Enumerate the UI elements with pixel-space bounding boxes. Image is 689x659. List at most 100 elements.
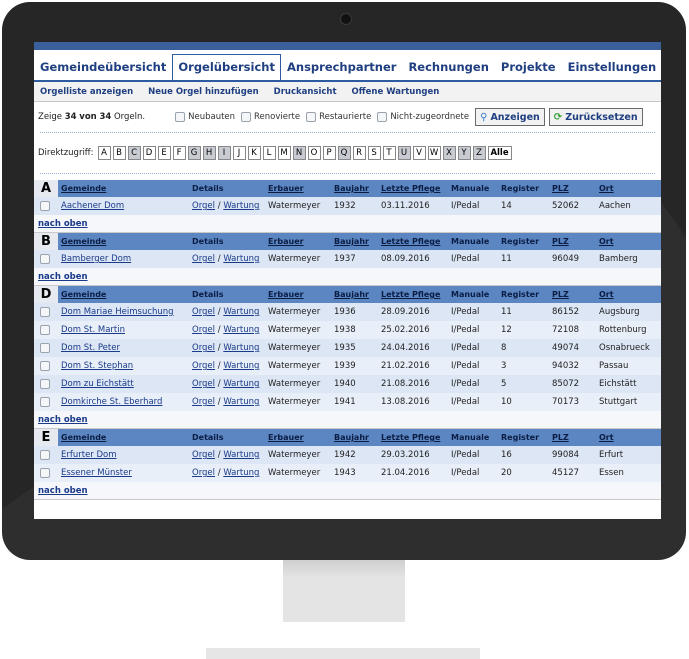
header-gemeinde[interactable]: Gemeinde [61, 237, 192, 246]
letter-d-button[interactable]: D [142, 146, 156, 160]
header-ort[interactable]: Ort [599, 237, 654, 246]
gemeinde-link[interactable]: Dom Mariae Heimsuchung [61, 307, 192, 317]
wartung-link[interactable]: Wartung [223, 325, 259, 335]
wartung-link[interactable]: Wartung [223, 379, 259, 389]
orgel-link[interactable]: Orgel [192, 201, 215, 211]
header-erbauer[interactable]: Erbauer [268, 237, 334, 246]
row-checkbox[interactable] [39, 397, 50, 407]
tab-2[interactable]: Ansprechpartner [281, 60, 402, 80]
header-pflege[interactable]: Letzte Pflege [381, 184, 451, 193]
header-pflege[interactable]: Letzte Pflege [381, 433, 451, 442]
header-gemeinde[interactable]: Gemeinde [61, 290, 192, 299]
tab-3[interactable]: Rechnungen [402, 60, 494, 80]
gemeinde-link[interactable]: Essener Münster [61, 468, 192, 478]
letter-m-button[interactable]: M [277, 146, 291, 160]
letter-p-button[interactable]: P [322, 146, 336, 160]
anzeigen-button[interactable]: ⚲ Anzeigen [475, 108, 545, 126]
gemeinde-link[interactable]: Aachener Dom [61, 201, 192, 211]
row-checkbox[interactable] [39, 325, 50, 335]
header-ort[interactable]: Ort [599, 290, 654, 299]
nach-oben-link[interactable]: nach oben [34, 268, 661, 286]
header-ort[interactable]: Ort [599, 184, 654, 193]
letter-o-button[interactable]: O [307, 146, 321, 160]
header-gemeinde[interactable]: Gemeinde [61, 433, 192, 442]
wartung-link[interactable]: Wartung [223, 397, 259, 407]
header-plz[interactable]: PLZ [552, 290, 599, 299]
filter-checkbox-2[interactable] [306, 112, 317, 122]
gemeinde-link[interactable]: Dom St. Stephan [61, 361, 192, 371]
orgel-link[interactable]: Orgel [192, 343, 215, 353]
gemeinde-link[interactable]: Erfurter Dom [61, 450, 192, 460]
letter-e-button[interactable]: E [157, 146, 171, 160]
header-baujahr[interactable]: Baujahr [334, 290, 381, 299]
subnav-item-0[interactable]: Orgelliste anzeigen [40, 87, 133, 97]
header-erbauer[interactable]: Erbauer [268, 290, 334, 299]
wartung-link[interactable]: Wartung [223, 343, 259, 353]
gemeinde-link[interactable]: Dom St. Martin [61, 325, 192, 335]
wartung-link[interactable]: Wartung [223, 450, 259, 460]
row-checkbox[interactable] [39, 307, 50, 317]
letter-c-button[interactable]: C [127, 146, 141, 160]
tab-4[interactable]: Projekte [495, 60, 562, 80]
wartung-link[interactable]: Wartung [223, 254, 259, 264]
letter-g-button[interactable]: G [187, 146, 201, 160]
letter-u-button[interactable]: U [397, 146, 411, 160]
orgel-link[interactable]: Orgel [192, 325, 215, 335]
letter-j-button[interactable]: J [232, 146, 246, 160]
gemeinde-link[interactable]: Dom zu Eichstätt [61, 379, 192, 389]
row-checkbox[interactable] [39, 450, 50, 460]
header-erbauer[interactable]: Erbauer [268, 433, 334, 442]
header-pflege[interactable]: Letzte Pflege [381, 237, 451, 246]
zuruecksetzen-button[interactable]: ⟳ Zurücksetzen [548, 108, 643, 126]
header-plz[interactable]: PLZ [552, 237, 599, 246]
letter-n-button[interactable]: N [292, 146, 306, 160]
letter-z-button[interactable]: Z [472, 146, 486, 160]
nach-oben-link[interactable]: nach oben [34, 411, 661, 429]
header-plz[interactable]: PLZ [552, 184, 599, 193]
header-erbauer[interactable]: Erbauer [268, 184, 334, 193]
row-checkbox[interactable] [39, 468, 50, 478]
row-checkbox[interactable] [39, 201, 50, 211]
nach-oben-link[interactable]: nach oben [34, 482, 661, 500]
header-plz[interactable]: PLZ [552, 433, 599, 442]
header-baujahr[interactable]: Baujahr [334, 237, 381, 246]
orgel-link[interactable]: Orgel [192, 397, 215, 407]
header-ort[interactable]: Ort [599, 433, 654, 442]
row-checkbox[interactable] [39, 361, 50, 371]
letter-v-button[interactable]: V [412, 146, 426, 160]
wartung-link[interactable]: Wartung [223, 361, 259, 371]
filter-checkbox-1[interactable] [241, 112, 252, 122]
header-pflege[interactable]: Letzte Pflege [381, 290, 451, 299]
orgel-link[interactable]: Orgel [192, 450, 215, 460]
letter-f-button[interactable]: F [172, 146, 186, 160]
gemeinde-link[interactable]: Bamberger Dom [61, 254, 192, 264]
filter-checkbox-3[interactable] [377, 112, 388, 122]
header-gemeinde[interactable]: Gemeinde [61, 184, 192, 193]
tab-0[interactable]: Gemeindeübersicht [34, 60, 172, 80]
letter-b-button[interactable]: B [112, 146, 126, 160]
subnav-item-2[interactable]: Druckansicht [274, 87, 337, 97]
gemeinde-link[interactable]: Domkirche St. Eberhard [61, 397, 192, 407]
subnav-item-3[interactable]: Offene Wartungen [352, 87, 440, 97]
letter-t-button[interactable]: T [382, 146, 396, 160]
letter-w-button[interactable]: W [427, 146, 441, 160]
letter-s-button[interactable]: S [367, 146, 381, 160]
orgel-link[interactable]: Orgel [192, 254, 215, 264]
filter-checkbox-0[interactable] [175, 112, 186, 122]
letter-a-button[interactable]: A [97, 146, 111, 160]
letter-y-button[interactable]: Y [457, 146, 471, 160]
letter-r-button[interactable]: R [352, 146, 366, 160]
letter-q-button[interactable]: Q [337, 146, 351, 160]
row-checkbox[interactable] [39, 379, 50, 389]
orgel-link[interactable]: Orgel [192, 361, 215, 371]
row-checkbox[interactable] [39, 343, 50, 353]
subnav-item-1[interactable]: Neue Orgel hinzufügen [148, 87, 258, 97]
gemeinde-link[interactable]: Dom St. Peter [61, 343, 192, 353]
orgel-link[interactable]: Orgel [192, 468, 215, 478]
orgel-link[interactable]: Orgel [192, 379, 215, 389]
orgel-link[interactable]: Orgel [192, 307, 215, 317]
letter-x-button[interactable]: X [442, 146, 456, 160]
letter-k-button[interactable]: K [247, 146, 261, 160]
tab-5[interactable]: Einstellungen [562, 60, 661, 80]
letter-l-button[interactable]: L [262, 146, 276, 160]
